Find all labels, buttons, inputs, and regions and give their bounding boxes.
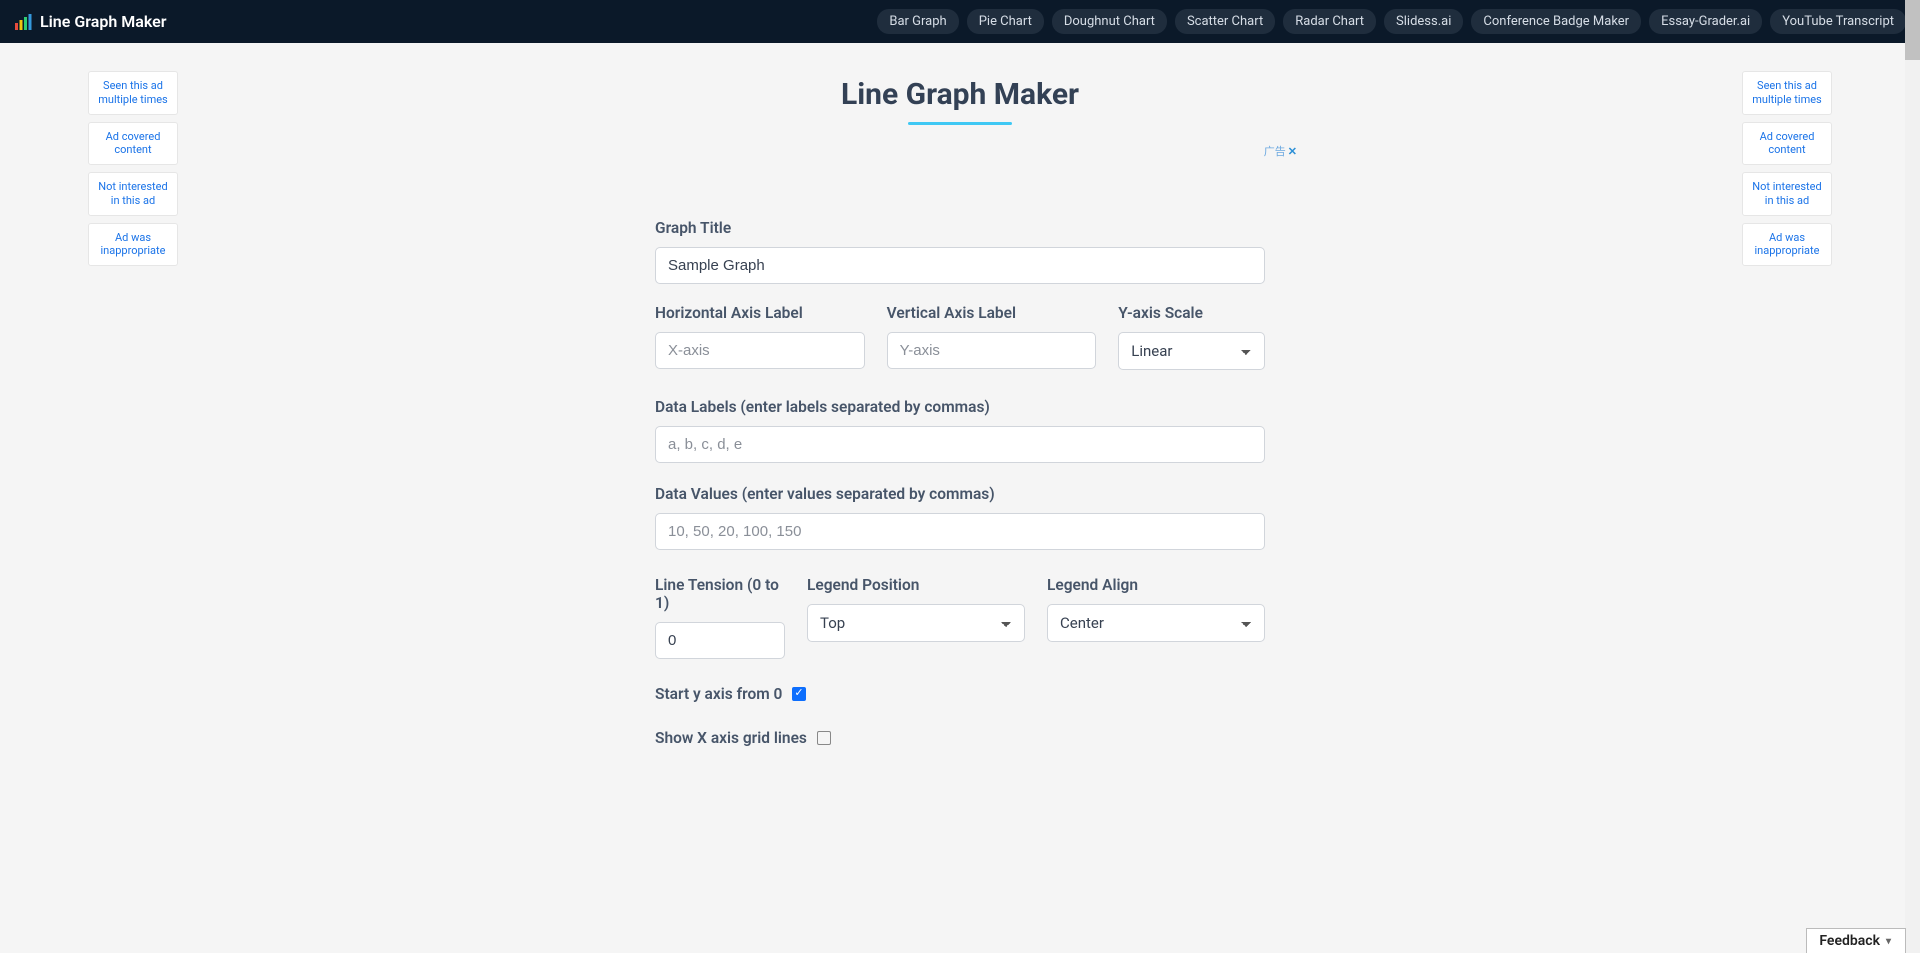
nav-bar-graph[interactable]: Bar Graph <box>877 9 958 34</box>
nav-conference-badge[interactable]: Conference Badge Maker <box>1471 9 1641 34</box>
start-y-zero-row: Start y axis from 0 <box>655 685 1265 703</box>
ad-feedback-option[interactable]: Ad covered content <box>88 122 178 166</box>
feedback-label: Feedback <box>1819 933 1880 949</box>
legend-position-label: Legend Position <box>807 576 1025 594</box>
nav-links: Bar Graph Pie Chart Doughnut Chart Scatt… <box>877 9 1906 34</box>
nav-youtube-transcript[interactable]: YouTube Transcript <box>1770 9 1906 34</box>
nav-essay-grader[interactable]: Essay-Grader.ai <box>1649 9 1762 34</box>
ad-feedback-option[interactable]: Ad was inappropriate <box>1742 223 1832 267</box>
nav-pie-chart[interactable]: Pie Chart <box>967 9 1044 34</box>
start-y-zero-label: Start y axis from 0 <box>655 685 782 703</box>
line-tension-label: Line Tension (0 to 1) <box>655 576 785 612</box>
show-x-grid-row: Show X axis grid lines <box>655 729 1265 747</box>
v-axis-input[interactable] <box>887 332 1097 369</box>
h-axis-input[interactable] <box>655 332 865 369</box>
show-x-grid-checkbox[interactable] <box>817 731 831 745</box>
graph-title-input[interactable] <box>655 247 1265 284</box>
scrollbar-thumb[interactable] <box>1905 0 1920 60</box>
show-x-grid-label: Show X axis grid lines <box>655 729 807 747</box>
app-header: Line Graph Maker Bar Graph Pie Chart Dou… <box>0 0 1920 43</box>
brand-text: Line Graph Maker <box>40 12 166 31</box>
ad-feedback-option[interactable]: Ad was inappropriate <box>88 223 178 267</box>
data-values-input[interactable] <box>655 513 1265 550</box>
nav-slidess[interactable]: Slidess.ai <box>1384 9 1463 34</box>
ad-feedback-right: Seen this ad multiple times Ad covered c… <box>1742 71 1832 273</box>
start-y-zero-checkbox[interactable] <box>792 687 806 701</box>
line-tension-input[interactable] <box>655 622 785 659</box>
h-axis-label: Horizontal Axis Label <box>655 304 865 322</box>
ad-feedback-option[interactable]: Seen this ad multiple times <box>88 71 178 115</box>
data-labels-input[interactable] <box>655 426 1265 463</box>
scrollbar[interactable] <box>1905 0 1920 953</box>
ad-feedback-option[interactable]: Not interested in this ad <box>1742 172 1832 216</box>
ad-feedback-option[interactable]: Seen this ad multiple times <box>1742 71 1832 115</box>
title-underline <box>908 122 1012 125</box>
legend-align-select[interactable]: Center <box>1047 604 1265 642</box>
data-values-label: Data Values (enter values separated by c… <box>655 485 1265 503</box>
main-column: Line Graph Maker 广告✕ Graph Title Horizon… <box>655 73 1265 893</box>
ad-feedback-option[interactable]: Ad covered content <box>1742 122 1832 166</box>
v-axis-label: Vertical Axis Label <box>887 304 1097 322</box>
ad-feedback-left: Seen this ad multiple times Ad covered c… <box>88 71 178 273</box>
page-body: Seen this ad multiple times Ad covered c… <box>0 43 1920 953</box>
legend-position-select[interactable]: Top <box>807 604 1025 642</box>
ad-feedback-option[interactable]: Not interested in this ad <box>88 172 178 216</box>
y-scale-select[interactable]: Linear <box>1118 332 1265 370</box>
close-ad-icon[interactable]: ✕ <box>1288 145 1297 158</box>
data-labels-label: Data Labels (enter labels separated by c… <box>655 398 1265 416</box>
feedback-button[interactable]: Feedback ▾ <box>1806 928 1906 953</box>
legend-align-label: Legend Align <box>1047 576 1265 594</box>
chevron-down-icon: ▾ <box>1886 936 1891 947</box>
nav-radar-chart[interactable]: Radar Chart <box>1283 9 1376 34</box>
bar-chart-icon <box>14 13 32 31</box>
ad-marker: 广告✕ <box>687 143 1297 159</box>
nav-doughnut-chart[interactable]: Doughnut Chart <box>1052 9 1167 34</box>
graph-title-label: Graph Title <box>655 219 1265 237</box>
brand[interactable]: Line Graph Maker <box>14 12 166 31</box>
nav-scatter-chart[interactable]: Scatter Chart <box>1175 9 1275 34</box>
y-scale-label: Y-axis Scale <box>1118 304 1265 322</box>
page-title: Line Graph Maker <box>655 77 1265 112</box>
ad-label: 广告 <box>1264 145 1286 158</box>
